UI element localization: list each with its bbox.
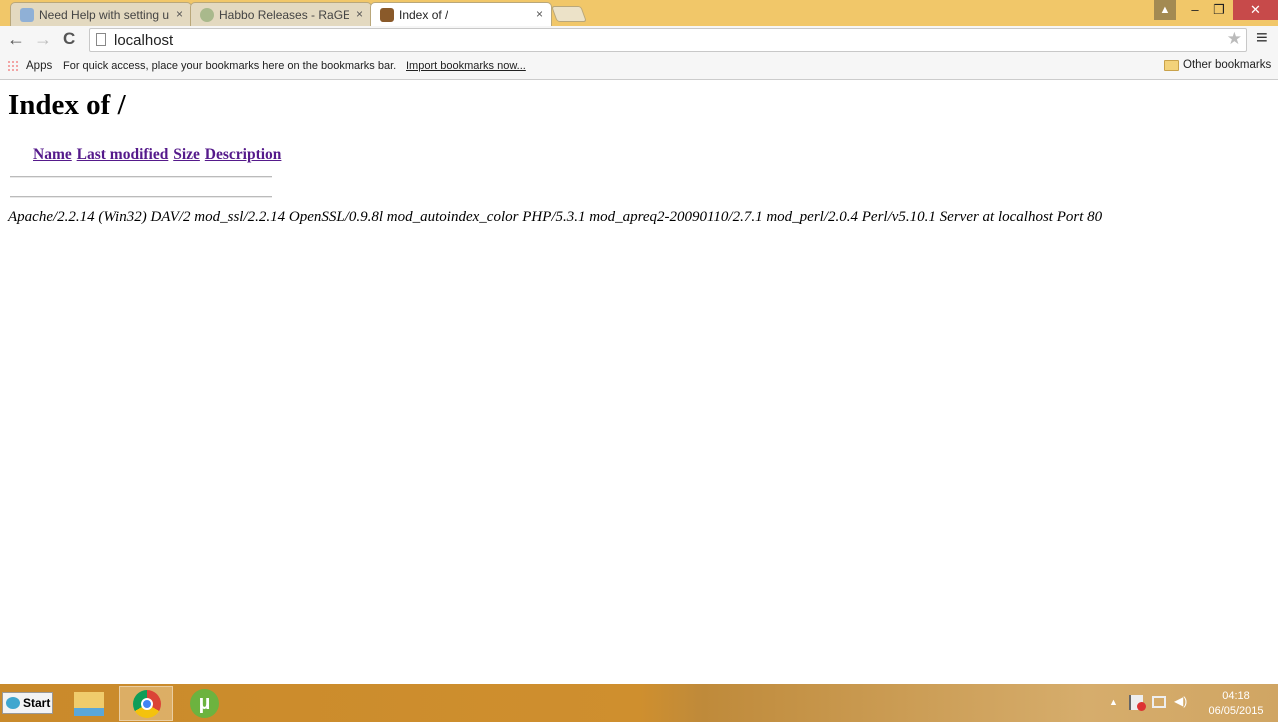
bookmarks-hint: For quick access, place your bookmarks h…: [63, 60, 397, 72]
listing-header: Name Last modified Size Description: [33, 146, 282, 164]
system-clock[interactable]: 04:18 06/05/2015: [1198, 689, 1274, 719]
apache-favicon-icon: [380, 8, 394, 22]
browser-title-bar: Need Help with setting up × Habbo Releas…: [0, 0, 1278, 26]
tab-need-help[interactable]: Need Help with setting up ×: [10, 2, 192, 26]
close-window-button[interactable]: ✕: [1233, 0, 1278, 20]
tab-title: Need Help with setting up: [39, 8, 169, 22]
user-profile-icon[interactable]: ▲: [1154, 0, 1176, 20]
tab-index-of[interactable]: Index of / ×: [370, 2, 552, 26]
other-bookmarks[interactable]: Other bookmarks: [1183, 59, 1271, 71]
close-tab-icon[interactable]: ×: [176, 7, 183, 21]
start-label: Start: [23, 696, 51, 710]
ragezone-favicon-icon: [200, 8, 214, 22]
tab-title: Habbo Releases - RaGEZONE: [219, 8, 349, 22]
start-button[interactable]: Start: [2, 692, 53, 714]
server-signature: Apache/2.2.14 (Win32) DAV/2 mod_ssl/2.2.…: [8, 209, 1103, 225]
divider: [10, 176, 272, 178]
start-orb-icon: [6, 697, 20, 709]
restore-button[interactable]: ❐: [1208, 0, 1230, 20]
taskbar: Start µ ▲ ◀) 04:18 06/05/2015: [0, 684, 1278, 722]
forward-button[interactable]: →: [34, 29, 52, 50]
utorrent-icon[interactable]: µ: [177, 686, 231, 721]
page-icon: [96, 33, 106, 46]
page-content: Index of / Name Last modified Size Descr…: [0, 80, 1278, 684]
folder-icon: [1164, 60, 1179, 71]
forum-favicon-icon: [20, 8, 34, 22]
minimize-button[interactable]: –: [1184, 0, 1206, 20]
browser-toolbar: ← → C localhost ★ ≡: [0, 26, 1278, 54]
back-button[interactable]: ←: [7, 29, 25, 50]
apps-shortcut[interactable]: Apps: [26, 60, 52, 72]
tab-habbo-releases[interactable]: Habbo Releases - RaGEZONE ×: [190, 2, 372, 26]
sort-by-last-modified-link[interactable]: Last modified: [77, 146, 169, 163]
bookmark-star-icon[interactable]: ★: [1227, 29, 1242, 49]
show-hidden-icons[interactable]: ▲: [1109, 697, 1118, 707]
chrome-menu-icon[interactable]: ≡: [1256, 27, 1268, 50]
url-text: localhost: [114, 32, 174, 49]
clock-time: 04:18: [1222, 690, 1250, 702]
close-tab-icon[interactable]: ×: [536, 7, 543, 21]
tab-title: Index of /: [399, 8, 449, 22]
sort-by-description-link[interactable]: Description: [205, 146, 282, 163]
divider: [10, 196, 272, 198]
action-center-flag-icon[interactable]: [1129, 695, 1146, 711]
address-bar[interactable]: localhost ★: [89, 28, 1247, 52]
volume-icon[interactable]: ◀): [1174, 694, 1187, 708]
page-title: Index of /: [8, 89, 126, 121]
reload-button[interactable]: C: [63, 29, 75, 49]
sort-by-size-link[interactable]: Size: [173, 146, 200, 163]
new-tab-button[interactable]: [551, 6, 587, 22]
import-bookmarks-link[interactable]: Import bookmarks now...: [406, 60, 526, 72]
sort-by-name-link[interactable]: Name: [33, 146, 72, 163]
file-explorer-icon[interactable]: [62, 686, 116, 721]
apps-grid-icon: [7, 60, 19, 72]
close-tab-icon[interactable]: ×: [356, 7, 363, 21]
bookmarks-bar: Apps For quick access, place your bookma…: [0, 54, 1278, 80]
network-icon[interactable]: [1152, 696, 1166, 708]
chrome-icon[interactable]: [119, 686, 173, 721]
clock-date: 06/05/2015: [1208, 705, 1264, 717]
